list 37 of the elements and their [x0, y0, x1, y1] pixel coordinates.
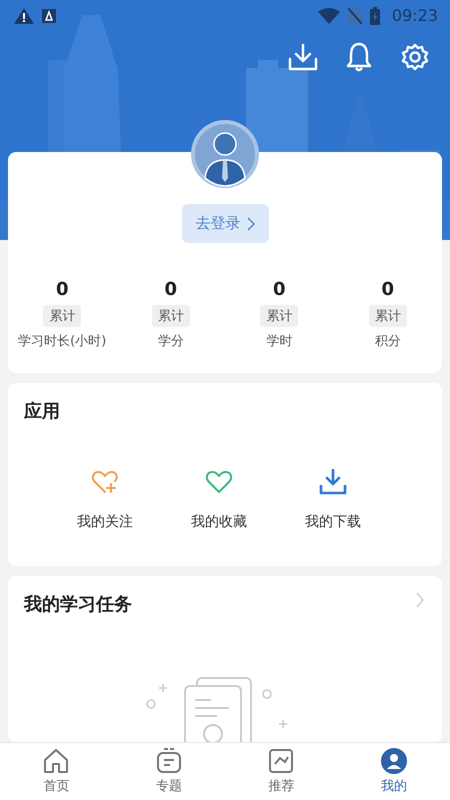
download-icon [288, 42, 318, 71]
section-title: 我的学习任务 [24, 593, 132, 616]
wifi-icon [318, 8, 340, 24]
section-title: 应用 [24, 400, 60, 423]
home-icon [42, 748, 70, 774]
stat-tag: 累计 [368, 305, 407, 328]
stat-value: 0 [381, 279, 394, 300]
warning-icon [14, 8, 34, 24]
tab[interactable]: 专题 [112, 743, 225, 800]
trend-chart-icon [267, 748, 296, 774]
app-shortcut[interactable]: 我的下载 [276, 468, 390, 531]
stat-label: 学分 [158, 333, 184, 350]
tab[interactable]: 我的 [338, 743, 450, 800]
stat-label: 学时 [266, 333, 292, 350]
tab[interactable]: 推荐 [225, 743, 338, 800]
stat-tag: 累计 [152, 305, 190, 328]
login-button[interactable]: 去登录 [182, 204, 268, 244]
stat-value: 0 [164, 279, 178, 300]
app-shortcut[interactable]: 我的收藏 [162, 468, 276, 531]
heart-plus-icon [91, 468, 119, 495]
stat-tag: 累计 [43, 305, 82, 328]
status-time: 09:23 [392, 6, 438, 26]
user-icon [380, 748, 408, 774]
stat-label: 积分 [374, 333, 401, 350]
app-shortcut[interactable]: 我的关注 [48, 468, 162, 531]
settings-icon [401, 42, 429, 71]
chevron-right-icon [246, 216, 254, 231]
stat-value: 0 [272, 279, 286, 300]
tab[interactable]: 首页 [0, 743, 112, 800]
download-icon [319, 468, 347, 495]
stat-label: 学习时长(小时) [18, 333, 106, 350]
calendar-list-icon [154, 748, 183, 774]
heart-icon [205, 468, 233, 495]
bell-icon [346, 42, 372, 72]
stat-tag: 累计 [260, 305, 298, 328]
app-notification-icon [42, 8, 56, 23]
stat-value: 0 [56, 279, 69, 300]
